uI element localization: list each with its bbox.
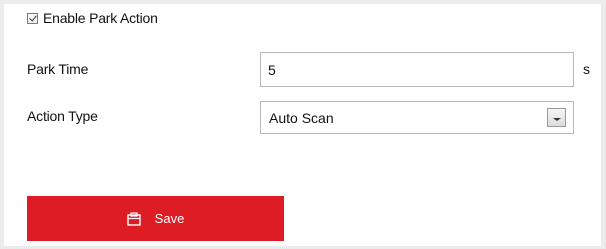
save-button[interactable]: Save	[27, 196, 284, 241]
enable-park-action-checkbox[interactable]	[27, 12, 38, 24]
chevron-down-icon[interactable]	[547, 108, 566, 127]
enable-park-action-label: Enable Park Action	[43, 10, 158, 26]
park-time-unit: s	[583, 61, 590, 77]
park-time-label: Park Time	[27, 61, 89, 77]
save-button-label: Save	[154, 211, 185, 226]
action-type-label: Action Type	[27, 108, 98, 124]
panel-right-border	[601, 0, 606, 249]
enable-park-action-row[interactable]: Enable Park Action	[27, 9, 158, 27]
park-time-input[interactable]	[260, 52, 574, 87]
save-icon	[126, 211, 141, 226]
panel-top-border	[0, 0, 606, 4]
action-type-selected-value: Auto Scan	[269, 109, 334, 126]
action-type-select[interactable]: Auto Scan	[260, 101, 574, 134]
panel-left-border	[0, 0, 4, 249]
